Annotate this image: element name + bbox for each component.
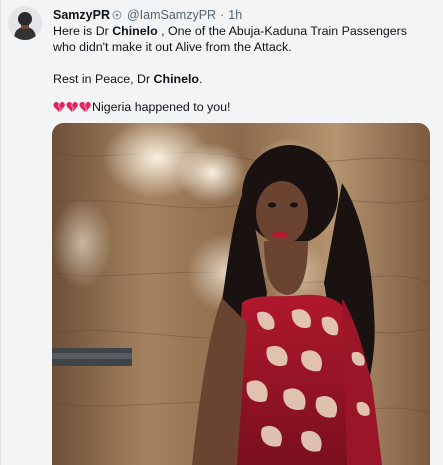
- line2-suffix: .: [198, 72, 203, 86]
- avatar[interactable]: [8, 6, 42, 40]
- line2-prefix: Rest in Peace, Dr: [53, 72, 154, 86]
- tweet-line-2: Rest in Peace, Dr Chinelo.: [53, 71, 433, 87]
- timestamp[interactable]: 1h: [228, 8, 242, 22]
- tweet-card[interactable]: SamzyPR @IamSamzyPR · 1h Here is Dr Chin…: [0, 0, 443, 465]
- display-name[interactable]: SamzyPR: [53, 8, 110, 22]
- badge-icon: [112, 10, 122, 20]
- tweet-photo[interactable]: [52, 123, 430, 465]
- highlighted-name: Chinelo: [112, 24, 158, 38]
- tweet-line-3: Nigeria happened to you!: [53, 99, 433, 115]
- tweet-header: SamzyPR @IamSamzyPR · 1h: [53, 6, 435, 24]
- broken-heart-icon: [53, 101, 65, 112]
- tweet-line-1: Here is Dr Chinelo , One of the Abuja-Ka…: [53, 23, 433, 55]
- broken-heart-icon: [79, 101, 91, 112]
- highlighted-name: Chinelo: [153, 72, 199, 86]
- user-handle[interactable]: @IamSamzyPR: [127, 8, 216, 22]
- photo-image: [52, 123, 430, 465]
- broken-heart-icon: [66, 101, 78, 112]
- tweet-text: Here is Dr Chinelo , One of the Abuja-Ka…: [53, 23, 433, 115]
- separator-dot: ·: [220, 8, 225, 22]
- avatar-image: [8, 6, 42, 40]
- line3-text: Nigeria happened to you!: [92, 100, 231, 114]
- line1-prefix: Here is Dr: [53, 24, 113, 38]
